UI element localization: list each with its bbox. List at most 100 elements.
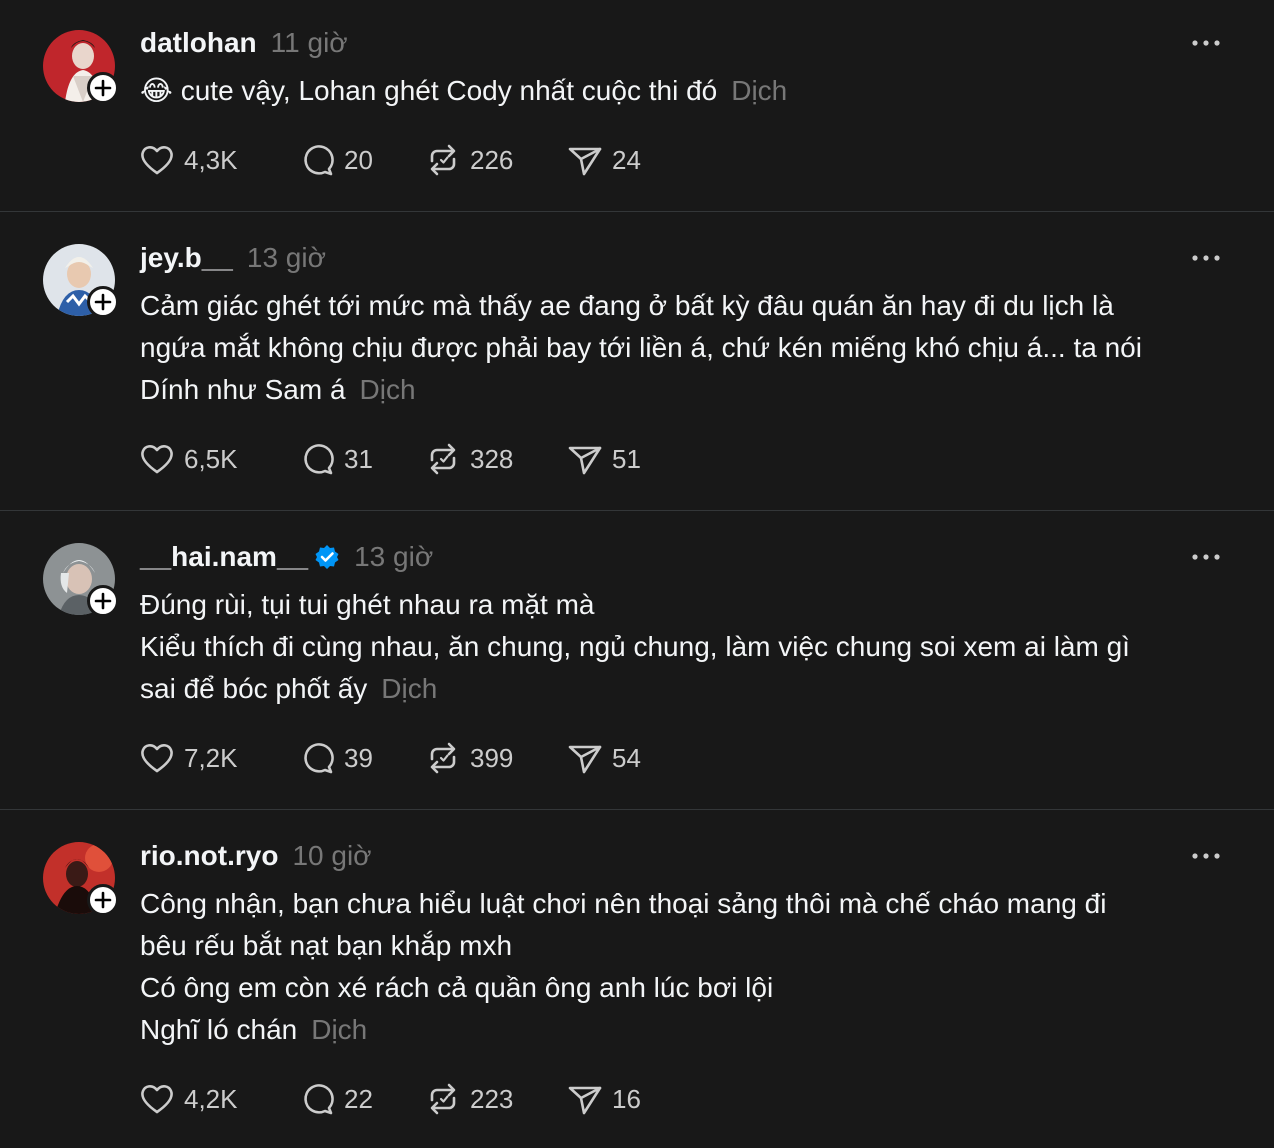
plus-icon — [94, 79, 112, 97]
text-line: Đúng rùi, tụi tui ghét nhau ra mặt mà — [140, 584, 1240, 626]
follow-button[interactable] — [87, 72, 119, 104]
send-icon — [566, 141, 604, 179]
send-icon — [566, 440, 604, 478]
heart-icon — [138, 440, 176, 478]
repost-count: 226 — [470, 144, 514, 175]
share-count: 16 — [612, 1083, 641, 1114]
reply-count: 20 — [344, 144, 373, 175]
text-line-content: sai để bóc phốt ấy — [140, 673, 368, 704]
share-button[interactable]: 24 — [566, 140, 641, 180]
text-line: Công nhận, bạn chưa hiểu luật chơi nên t… — [140, 883, 1240, 925]
text-line-content: Kiểu thích đi cùng nhau, ăn chung, ngủ c… — [140, 631, 1130, 662]
timestamp[interactable]: 13 giờ — [247, 242, 326, 274]
repost-count: 223 — [470, 1083, 514, 1114]
avatar-container[interactable] — [43, 30, 119, 104]
post-divider — [0, 211, 1274, 212]
share-count: 51 — [612, 443, 641, 474]
more-icon[interactable] — [1186, 547, 1226, 567]
threads-reply-feed: datlohan 11 giờ 😂 cute vậy, Lohan ghét Cody… — [0, 0, 1274, 1148]
translate-link[interactable]: Dịch — [381, 673, 437, 704]
reply-count: 31 — [344, 443, 373, 474]
username[interactable]: jey.b__ — [140, 242, 233, 274]
post-header: datlohan 11 giờ — [140, 25, 348, 61]
text-line-content: Dính như Sam á — [140, 374, 346, 405]
comment-icon — [298, 440, 336, 478]
text-line-content: bêu rếu bắt nạt bạn khắp mxh — [140, 930, 513, 961]
like-count: 4,2K — [184, 1083, 238, 1114]
avatar-container[interactable] — [43, 543, 119, 617]
text-line: Dính như Sam á Dịch — [140, 369, 1240, 411]
send-icon — [566, 739, 604, 777]
send-icon — [566, 1080, 604, 1118]
like-button[interactable]: 4,3K — [138, 140, 238, 180]
translate-link[interactable]: Dịch — [360, 374, 416, 405]
text-line-content: Cảm giác ghét tới mức mà thấy ae đang ở … — [140, 290, 1114, 321]
post-text: Công nhận, bạn chưa hiểu luật chơi nên t… — [140, 883, 1240, 1051]
text-line: Cảm giác ghét tới mức mà thấy ae đang ở … — [140, 285, 1240, 327]
post-header: jey.b__ 13 giờ — [140, 240, 326, 276]
repost-icon — [424, 739, 462, 777]
timestamp[interactable]: 10 giờ — [292, 840, 371, 872]
post-divider — [0, 510, 1274, 511]
reply-button[interactable]: 39 — [298, 738, 373, 778]
like-button[interactable]: 7,2K — [138, 738, 238, 778]
repost-button[interactable]: 226 — [424, 140, 513, 180]
more-icon[interactable] — [1186, 248, 1226, 268]
reply-button[interactable]: 22 — [298, 1079, 373, 1119]
text-line: Nghĩ ló chán Dịch — [140, 1009, 1240, 1051]
text-line-content: Công nhận, bạn chưa hiểu luật chơi nên t… — [140, 888, 1107, 919]
text-line-content: cute vậy, Lohan ghét Cody nhất cuộc thi … — [180, 75, 718, 106]
repost-count: 328 — [470, 443, 514, 474]
avatar-container[interactable] — [43, 244, 119, 318]
text-line: Kiểu thích đi cùng nhau, ăn chung, ngủ c… — [140, 626, 1240, 668]
follow-button[interactable] — [87, 884, 119, 916]
post-text: Cảm giác ghét tới mức mà thấy ae đang ở … — [140, 285, 1240, 411]
timestamp[interactable]: 11 giờ — [271, 27, 348, 59]
comment-icon — [298, 141, 336, 179]
plus-icon — [94, 891, 112, 909]
translate-link[interactable]: Dịch — [731, 75, 787, 106]
share-button[interactable]: 54 — [566, 738, 641, 778]
repost-count: 399 — [470, 742, 514, 773]
follow-button[interactable] — [87, 585, 119, 617]
post-divider — [0, 809, 1274, 810]
plus-icon — [94, 293, 112, 311]
reply-button[interactable]: 20 — [298, 140, 373, 180]
follow-button[interactable] — [87, 286, 119, 318]
verified-badge-icon — [314, 544, 340, 570]
post-header: rio.not.ryo 10 giờ — [140, 838, 372, 874]
repost-icon — [424, 141, 462, 179]
like-count: 4,3K — [184, 144, 238, 175]
repost-button[interactable]: 399 — [424, 738, 513, 778]
text-line: ngứa mắt không chịu được phải bay tới li… — [140, 327, 1240, 369]
text-line-content: ngứa mắt không chịu được phải bay tới li… — [140, 332, 1142, 363]
text-line-content: Có ông em còn xé rách cả quần ông anh lú… — [140, 972, 774, 1003]
reply-button[interactable]: 31 — [298, 439, 373, 479]
timestamp[interactable]: 13 giờ — [354, 541, 433, 573]
text-line: sai để bóc phốt ấy Dịch — [140, 668, 1240, 710]
share-button[interactable]: 16 — [566, 1079, 641, 1119]
more-icon[interactable] — [1186, 33, 1226, 53]
heart-icon — [138, 1080, 176, 1118]
username[interactable]: rio.not.ryo — [140, 840, 278, 872]
share-button[interactable]: 51 — [566, 439, 641, 479]
avatar-container[interactable] — [43, 842, 119, 916]
more-icon[interactable] — [1186, 846, 1226, 866]
like-button[interactable]: 4,2K — [138, 1079, 238, 1119]
text-line-content: Đúng rùi, tụi tui ghét nhau ra mặt mà — [140, 589, 595, 620]
text-line: Có ông em còn xé rách cả quần ông anh lú… — [140, 967, 1240, 1009]
username[interactable]: datlohan — [140, 27, 257, 59]
like-count: 6,5K — [184, 443, 238, 474]
repost-icon — [424, 1080, 462, 1118]
post-text: 😂 cute vậy, Lohan ghét Cody nhất cuộc thi… — [140, 70, 1240, 112]
post-text: Đúng rùi, tụi tui ghét nhau ra mặt mà Kiể… — [140, 584, 1240, 710]
heart-icon — [138, 739, 176, 777]
repost-button[interactable]: 223 — [424, 1079, 513, 1119]
text-line: bêu rếu bắt nạt bạn khắp mxh — [140, 925, 1240, 967]
like-button[interactable]: 6,5K — [138, 439, 238, 479]
username[interactable]: __hai.nam__ — [140, 541, 308, 573]
heart-icon — [138, 141, 176, 179]
repost-button[interactable]: 328 — [424, 439, 513, 479]
plus-icon — [94, 592, 112, 610]
translate-link[interactable]: Dịch — [311, 1014, 367, 1045]
